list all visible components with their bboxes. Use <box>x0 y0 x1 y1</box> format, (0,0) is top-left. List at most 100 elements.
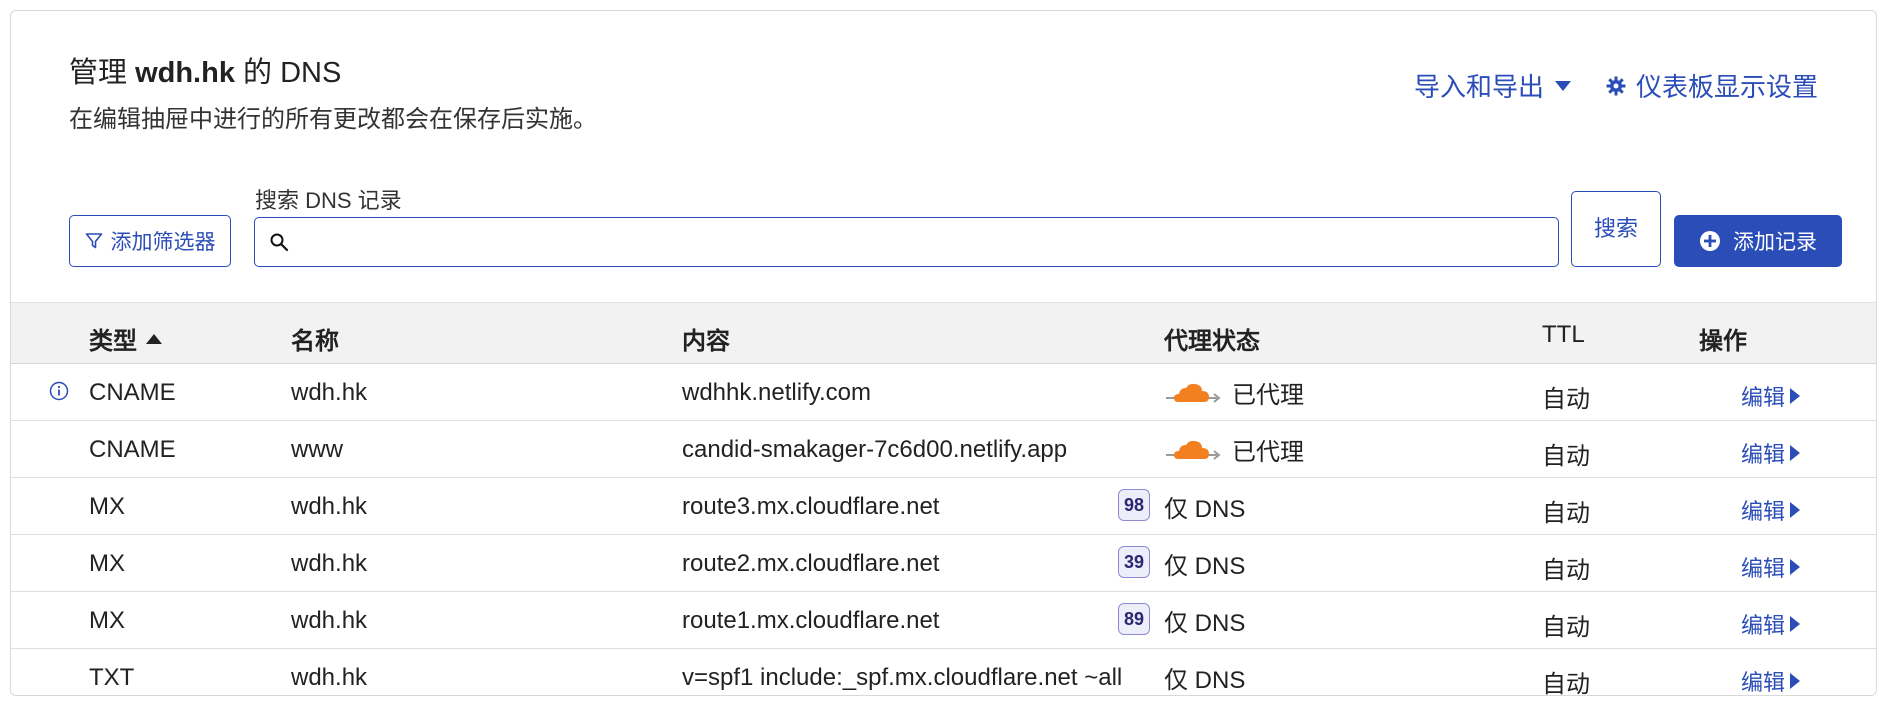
record-content: route3.mx.cloudflare.net <box>682 493 940 520</box>
priority-badge-wrap: 39 <box>1118 546 1150 578</box>
record-ttl: 自动 <box>1542 386 1590 413</box>
proxy-status-label: 仅 DNS <box>1164 496 1246 523</box>
title-suffix: 的 DNS <box>234 57 342 89</box>
table-row-3: MX wdh.hk route2.mx.cloudflare.net 39 仅 … <box>11 535 1876 592</box>
table-row-2: MX wdh.hk route3.mx.cloudflare.net 98 仅 … <box>11 478 1876 535</box>
record-name: wdh.hk <box>291 493 368 520</box>
table-row-0: CNAME wdh.hk wdhhk.netlify.com 已代理 自动 编辑 <box>11 364 1876 421</box>
proxy-status: 已代理 <box>1164 375 1304 410</box>
edit-button[interactable]: 编辑 <box>1741 665 1801 695</box>
edit-label: 编辑 <box>1741 556 1786 581</box>
record-ttl: 自动 <box>1542 614 1590 641</box>
proxy-status: 仅 DNS <box>1164 489 1245 524</box>
column-header-actions: 操作 <box>1699 328 1747 355</box>
edit-button[interactable]: 编辑 <box>1741 437 1801 469</box>
add-filter-button[interactable]: 添加筛选器 <box>69 215 231 267</box>
add-record-button[interactable]: 添加记录 <box>1674 215 1842 267</box>
priority-badge: 98 <box>1118 489 1150 521</box>
caret-down-icon <box>1554 80 1571 91</box>
dns-management-card: 管理 wdh.hk 的 DNS 在编辑抽屉中进行的所有更改都会在保存后实施。 导… <box>10 10 1877 696</box>
sort-ascending-icon <box>146 333 162 344</box>
record-name: wdh.hk <box>291 379 368 406</box>
record-type: CNAME <box>89 436 176 463</box>
record-ttl: 自动 <box>1542 557 1590 584</box>
table-header: 类型 名称 内容 代理状态 TTL 操作 <box>11 302 1876 364</box>
title-domain: wdh.hk <box>135 57 235 89</box>
edit-button[interactable]: 编辑 <box>1741 494 1801 526</box>
proxy-status: 仅 DNS <box>1164 603 1245 638</box>
gear-icon <box>1606 76 1626 95</box>
dashboard-settings-button[interactable]: 仪表板显示设置 <box>1606 67 1818 104</box>
proxy-status-label: 已代理 <box>1232 382 1304 409</box>
caret-right-icon <box>1790 559 1801 575</box>
proxy-status-label: 仅 DNS <box>1164 553 1246 580</box>
filter-icon <box>85 233 102 249</box>
table-row-5: TXT wdh.hk v=spf1 include:_spf.mx.cloudf… <box>11 649 1876 696</box>
caret-right-icon <box>1790 388 1801 404</box>
table-row-4: MX wdh.hk route1.mx.cloudflare.net 89 仅 … <box>11 592 1876 649</box>
edit-button[interactable]: 编辑 <box>1741 380 1801 412</box>
record-name: wdh.hk <box>291 550 368 577</box>
search-input[interactable] <box>299 219 1558 265</box>
record-type: MX <box>89 607 125 634</box>
info-icon[interactable] <box>49 380 69 408</box>
proxy-status: 已代理 <box>1164 432 1304 467</box>
column-header-ttl[interactable]: TTL <box>1542 321 1585 349</box>
record-type: MX <box>89 493 125 520</box>
add-record-label: 添加记录 <box>1733 231 1817 254</box>
edit-button[interactable]: 编辑 <box>1741 551 1801 583</box>
proxy-status-label: 已代理 <box>1232 439 1304 466</box>
search-button[interactable]: 搜索 <box>1571 191 1661 267</box>
dashboard-settings-label: 仪表板显示设置 <box>1635 72 1818 102</box>
proxy-status: 仅 DNS <box>1164 660 1245 695</box>
record-content: candid-smakager-7c6d00.netlify.app <box>682 436 1068 463</box>
record-type: TXT <box>89 664 135 691</box>
record-ttl: 自动 <box>1542 443 1590 470</box>
title-prefix: 管理 <box>69 57 136 89</box>
priority-badge: 39 <box>1118 546 1150 578</box>
search-icon <box>270 233 289 252</box>
record-name: wdh.hk <box>291 607 368 634</box>
record-ttl: 自动 <box>1542 500 1590 527</box>
edit-button[interactable]: 编辑 <box>1741 608 1801 640</box>
record-name: www <box>291 436 343 463</box>
edit-label: 编辑 <box>1741 499 1786 524</box>
import-export-label: 导入和导出 <box>1413 72 1544 102</box>
column-header-content[interactable]: 内容 <box>682 321 730 356</box>
record-content: v=spf1 include:_spf.mx.cloudflare.net ~a… <box>682 664 1123 691</box>
record-content: route2.mx.cloudflare.net <box>682 550 940 577</box>
edit-label: 编辑 <box>1741 442 1786 467</box>
page-subtitle: 在编辑抽屉中进行的所有更改都会在保存后实施。 <box>69 106 597 133</box>
record-ttl: 自动 <box>1542 671 1590 696</box>
page-title: 管理 wdh.hk 的 DNS <box>69 49 341 91</box>
caret-right-icon <box>1790 502 1801 518</box>
edit-label: 编辑 <box>1741 613 1786 638</box>
search-box[interactable] <box>254 217 1559 267</box>
proxy-status-label: 仅 DNS <box>1164 610 1246 637</box>
column-header-proxy: 代理状态 <box>1164 328 1260 355</box>
record-type: CNAME <box>89 379 176 406</box>
record-type: MX <box>89 550 125 577</box>
proxy-status: 仅 DNS <box>1164 546 1245 581</box>
proxy-status-label: 仅 DNS <box>1164 667 1246 694</box>
record-name: wdh.hk <box>291 664 368 691</box>
column-header-type[interactable]: 类型 <box>89 321 163 356</box>
caret-right-icon <box>1790 673 1801 689</box>
search-label: 搜索 DNS 记录 <box>255 188 402 213</box>
record-content: route1.mx.cloudflare.net <box>682 607 940 634</box>
column-header-name[interactable]: 名称 <box>291 321 339 356</box>
add-filter-label: 添加筛选器 <box>110 231 216 254</box>
plus-circle-icon <box>1700 231 1720 251</box>
caret-right-icon <box>1790 616 1801 632</box>
proxied-cloud-icon <box>1166 383 1221 403</box>
priority-badge-wrap: 98 <box>1118 489 1150 521</box>
priority-badge: 89 <box>1118 603 1150 635</box>
column-header-type-label: 类型 <box>89 328 137 355</box>
proxied-cloud-icon <box>1166 440 1221 460</box>
caret-right-icon <box>1790 445 1801 461</box>
top-actions: 导入和导出 仪表板显示设置 <box>1414 67 1818 104</box>
record-content: wdhhk.netlify.com <box>682 379 871 406</box>
edit-label: 编辑 <box>1741 385 1786 410</box>
import-export-dropdown[interactable]: 导入和导出 <box>1414 67 1572 104</box>
edit-label: 编辑 <box>1741 670 1786 695</box>
